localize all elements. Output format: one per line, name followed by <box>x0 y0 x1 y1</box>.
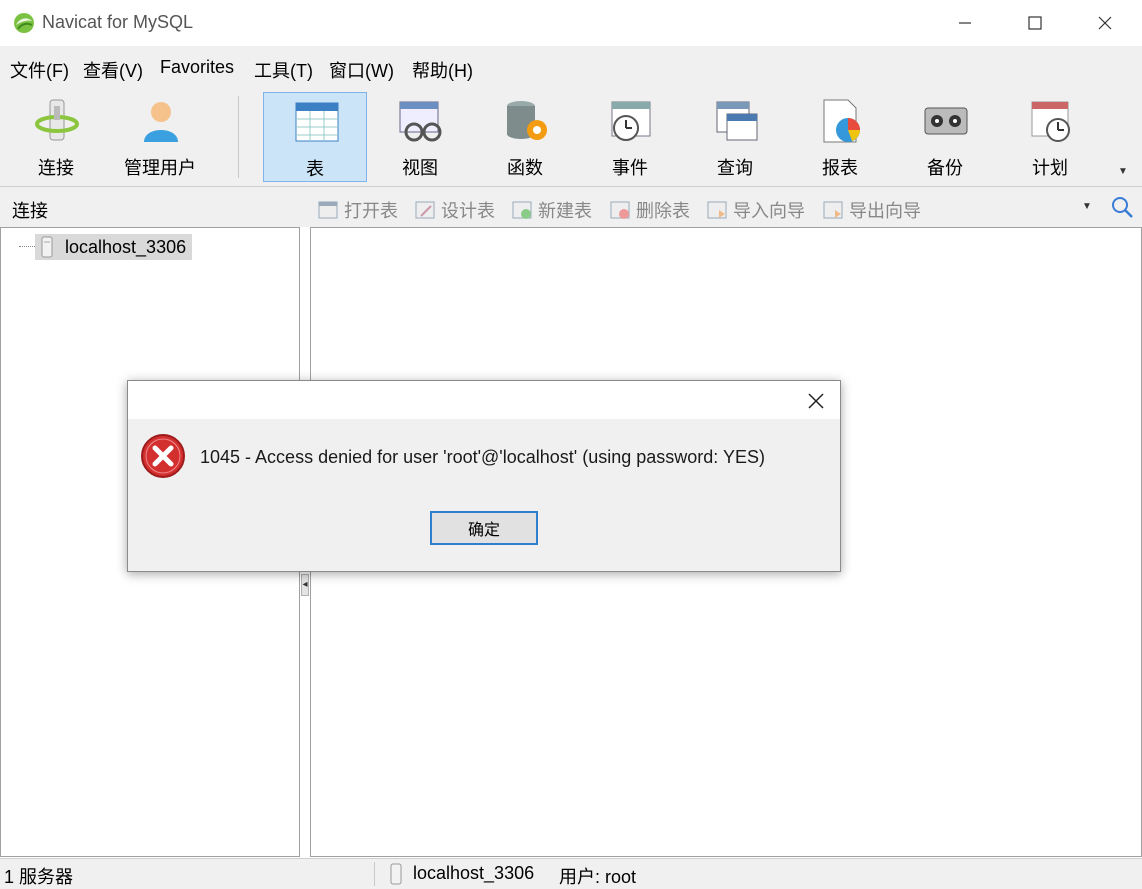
toolbar-label: 连接 <box>38 158 74 178</box>
close-icon <box>1098 16 1112 30</box>
import-wizard-button[interactable]: 导入向导 <box>707 197 805 223</box>
schedule-icon <box>1031 101 1070 142</box>
dialog-title-bar <box>128 381 840 419</box>
object-toolbar: 连接 打开表 设计表 新建表 删除表 导入向导 导出向导 ▼ <box>0 187 1142 227</box>
view-icon <box>399 101 442 142</box>
search-icon[interactable] <box>1110 195 1134 219</box>
status-separator <box>374 862 375 886</box>
export-wizard-icon <box>823 201 843 219</box>
open-table-icon <box>318 201 338 219</box>
ok-button[interactable]: 确定 <box>430 511 538 545</box>
toolbar-manage-users-button[interactable]: 管理用户 <box>108 92 212 182</box>
menu-favorites[interactable]: Favorites <box>160 57 234 78</box>
error-dialog: 1045 - Access denied for user 'root'@'lo… <box>127 380 841 572</box>
toolbar-label: 管理用户 <box>124 158 196 178</box>
toolbar-overflow-icon[interactable]: ▼ <box>1118 166 1128 177</box>
user-icon <box>144 102 178 142</box>
menu-bar: 文件(F) 查看(V) Favorites 工具(T) 窗口(W) 帮助(H) <box>0 46 1142 89</box>
design-table-button[interactable]: 设计表 <box>415 197 495 223</box>
minimize-icon <box>959 22 971 24</box>
toolbar-label: 函数 <box>507 158 543 178</box>
user-status: 用户: root <box>559 867 637 887</box>
connection-icon <box>35 99 79 141</box>
menu-tools[interactable]: 工具(T) <box>254 57 313 83</box>
new-table-icon <box>512 201 532 219</box>
delete-table-label: 删除表 <box>636 201 690 221</box>
server-icon <box>390 863 402 885</box>
report-icon <box>823 99 860 143</box>
tree-item-localhost[interactable]: localhost_3306 <box>35 234 193 260</box>
server-count-status: 1 服务器 <box>4 867 74 887</box>
event-icon <box>611 101 651 141</box>
window-title: Navicat for MySQL <box>42 12 194 32</box>
menu-view[interactable]: 查看(V) <box>83 57 143 83</box>
backup-icon <box>924 107 968 135</box>
import-wizard-label: 导入向导 <box>733 201 805 221</box>
function-icon <box>507 101 547 140</box>
error-message: 1045 - Access denied for user 'root'@'lo… <box>200 447 765 467</box>
connection-pane-title: 连接 <box>12 201 48 221</box>
close-button[interactable] <box>1070 0 1140 46</box>
export-wizard-button[interactable]: 导出向导 <box>823 197 921 223</box>
connection-status: localhost_3306 <box>413 863 535 883</box>
menu-file[interactable]: 文件(F) <box>10 57 69 83</box>
menu-window[interactable]: 窗口(W) <box>329 57 394 83</box>
toolbar-label: 事件 <box>612 158 648 178</box>
design-table-icon <box>415 201 435 219</box>
toolbar-label: 表 <box>306 159 324 179</box>
title-bar: Navicat for MySQL <box>0 0 1142 46</box>
server-icon <box>41 236 53 258</box>
export-wizard-label: 导出向导 <box>849 201 921 221</box>
query-icon <box>716 101 758 141</box>
tree-connector <box>19 246 35 247</box>
subbar-overflow-icon[interactable]: ▼ <box>1082 201 1092 212</box>
toolbar-report-button[interactable]: 报表 <box>788 92 892 182</box>
maximize-icon <box>1028 16 1042 30</box>
maximize-button[interactable] <box>1000 0 1070 46</box>
open-table-button[interactable]: 打开表 <box>318 197 398 223</box>
toolbar-schedule-button[interactable]: 计划 <box>998 92 1102 182</box>
navicat-logo-icon <box>14 13 34 33</box>
toolbar-function-button[interactable]: 函数 <box>473 92 577 182</box>
status-bar: 1 服务器 localhost_3306 用户: root <box>0 858 1142 889</box>
toolbar-view-button[interactable]: 视图 <box>368 92 472 182</box>
toolbar-label: 备份 <box>927 158 963 178</box>
table-icon <box>295 102 339 142</box>
tree-item-label: localhost_3306 <box>65 236 187 257</box>
error-icon <box>141 434 185 478</box>
toolbar-table-button[interactable]: 表 <box>263 92 367 182</box>
toolbar-label: 计划 <box>1032 158 1068 178</box>
import-wizard-icon <box>707 201 727 219</box>
delete-table-button[interactable]: 删除表 <box>610 197 690 223</box>
design-table-label: 设计表 <box>441 201 495 221</box>
panel-splitter-handle[interactable]: ◂ <box>301 574 309 596</box>
minimize-button[interactable] <box>930 0 1000 46</box>
toolbar-event-button[interactable]: 事件 <box>578 92 682 182</box>
toolbar-query-button[interactable]: 查询 <box>683 92 787 182</box>
new-table-label: 新建表 <box>538 201 592 221</box>
main-toolbar: 连接 管理用户 表 视图 函数 事件 查询 报表 备份 计划 <box>0 88 1142 187</box>
toolbar-label: 视图 <box>402 158 438 178</box>
toolbar-label: 报表 <box>822 158 858 178</box>
open-table-label: 打开表 <box>344 201 398 221</box>
toolbar-backup-button[interactable]: 备份 <box>893 92 997 182</box>
new-table-button[interactable]: 新建表 <box>512 197 592 223</box>
dialog-close-icon[interactable] <box>804 389 828 413</box>
toolbar-connection-button[interactable]: 连接 <box>4 92 108 182</box>
toolbar-separator <box>238 96 239 178</box>
toolbar-label: 查询 <box>717 158 753 178</box>
delete-table-icon <box>610 201 630 219</box>
menu-help[interactable]: 帮助(H) <box>412 57 473 83</box>
